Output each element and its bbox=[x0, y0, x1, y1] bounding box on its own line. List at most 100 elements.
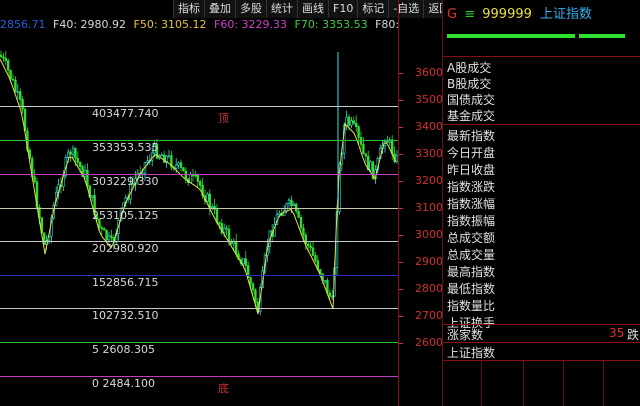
y-tick-mark bbox=[399, 262, 403, 263]
candle-body bbox=[352, 120, 355, 124]
field-change: 指数涨跌 bbox=[447, 180, 496, 194]
candle-body bbox=[302, 227, 305, 236]
mini-chart-area[interactable] bbox=[443, 361, 640, 406]
panel-divider bbox=[443, 342, 640, 343]
y-tick-mark bbox=[399, 127, 403, 128]
candle-body bbox=[182, 167, 185, 172]
candle-body bbox=[189, 174, 192, 184]
indicator-button[interactable]: 指标 bbox=[173, 0, 204, 18]
draw-line-button[interactable]: 画线 bbox=[297, 0, 328, 18]
progress-track bbox=[447, 34, 575, 38]
y-tick-mark bbox=[399, 235, 403, 236]
candle-body bbox=[167, 155, 171, 157]
candle-body bbox=[249, 277, 252, 285]
candle-body bbox=[235, 241, 238, 255]
candle-body bbox=[323, 280, 327, 282]
stock-name: 上证指数 bbox=[540, 7, 593, 22]
candle-body bbox=[179, 162, 183, 168]
group-indicator[interactable]: G bbox=[447, 7, 457, 22]
fib-level-label: 152856.715 bbox=[92, 276, 159, 289]
advancers-count: 35 bbox=[609, 326, 625, 340]
fib-level-label: 253105.125 bbox=[92, 209, 159, 222]
candle-body bbox=[21, 99, 24, 110]
candle-body bbox=[110, 235, 113, 238]
candle-body bbox=[299, 217, 303, 229]
candle-body bbox=[242, 258, 245, 265]
fib-level-label: 202980.920 bbox=[92, 242, 159, 255]
candle-body bbox=[146, 160, 149, 163]
candle-body bbox=[278, 213, 281, 216]
top-marker: 顶 bbox=[218, 112, 229, 125]
candle-body bbox=[208, 193, 211, 208]
candle-body bbox=[227, 228, 231, 243]
y-tick-mark bbox=[399, 316, 403, 317]
stock-code: 999999 bbox=[482, 7, 532, 22]
candle-body bbox=[69, 151, 72, 155]
y-tick-mark bbox=[399, 208, 403, 209]
y-tick-label: 2700 bbox=[415, 309, 443, 322]
progress-track-tail bbox=[579, 34, 625, 38]
candle-body bbox=[91, 195, 94, 198]
candle-body bbox=[350, 120, 353, 126]
y-tick-mark bbox=[399, 343, 403, 344]
candle-body bbox=[100, 227, 104, 229]
mini-grid-line bbox=[603, 361, 604, 406]
candle-body bbox=[163, 154, 166, 163]
menu-icon[interactable]: ≡ bbox=[464, 7, 475, 22]
candle-body bbox=[354, 122, 358, 127]
overlay-button[interactable]: 叠加 bbox=[204, 0, 235, 18]
menu-item-funds[interactable]: 基金成交 bbox=[447, 107, 495, 124]
panel-divider bbox=[443, 56, 640, 57]
candle-body bbox=[160, 154, 163, 157]
fib-header-item: F70: 3353.53 bbox=[294, 18, 368, 31]
candle-body bbox=[357, 126, 360, 138]
candle-body bbox=[175, 164, 178, 169]
candle-body bbox=[292, 203, 295, 207]
y-tick-mark bbox=[399, 154, 403, 155]
kline-chart-area[interactable]: 403477.740 353353.535 303229.330 253105.… bbox=[0, 0, 398, 406]
y-tick-mark bbox=[399, 289, 403, 290]
fib-line-40 bbox=[0, 106, 398, 107]
multi-stock-button[interactable]: 多股 bbox=[235, 0, 266, 18]
fib-header: 2856.71 F40: 2980.92 F50: 3105.12 F60: 3… bbox=[0, 18, 398, 32]
y-tick-label: 2800 bbox=[415, 282, 443, 295]
statistics-button[interactable]: 统计 bbox=[266, 0, 297, 18]
fib-level-label: 5 2608.305 bbox=[92, 343, 155, 356]
candle-body bbox=[223, 227, 226, 234]
candle-body bbox=[11, 78, 15, 81]
fib-header-item: F50: 3105.12 bbox=[133, 18, 207, 31]
candle-body bbox=[347, 116, 351, 126]
price-axis: 3600 3500 3400 3300 3200 3100 3000 2900 … bbox=[398, 0, 443, 406]
menu-item-b-shares[interactable]: B股成交 bbox=[447, 75, 491, 92]
candle-body bbox=[306, 243, 310, 247]
candle-body bbox=[7, 60, 10, 71]
bottom-marker: 底 bbox=[218, 382, 229, 395]
fib-line-0 bbox=[0, 376, 398, 377]
candle-body bbox=[218, 222, 221, 224]
mini-grid-line bbox=[563, 361, 564, 406]
field-high: 最高指数 bbox=[447, 265, 496, 279]
menu-item-bonds[interactable]: 国债成交 bbox=[447, 91, 495, 108]
candle-body bbox=[177, 162, 180, 166]
mini-chart-title: 上证指数 bbox=[447, 346, 496, 360]
panel-divider bbox=[443, 124, 640, 125]
menu-item-a-shares[interactable]: A股成交 bbox=[447, 59, 491, 76]
candle-body bbox=[369, 161, 372, 171]
candle-body bbox=[76, 157, 80, 163]
candle-body bbox=[2, 56, 5, 59]
fib-level-label: 353353.535 bbox=[92, 141, 159, 154]
candle-body bbox=[386, 141, 389, 143]
mark-button[interactable]: 标记 bbox=[357, 0, 389, 18]
candle-body bbox=[330, 295, 334, 298]
y-tick-mark bbox=[399, 181, 403, 182]
y-tick-label: 3200 bbox=[415, 174, 443, 187]
candle-body bbox=[4, 57, 8, 62]
field-turnover-amount: 总成交额 bbox=[447, 231, 496, 245]
candle-body bbox=[287, 199, 291, 204]
candle-body bbox=[194, 174, 197, 177]
f10-button[interactable]: F10 bbox=[328, 0, 358, 18]
candle-body bbox=[9, 69, 12, 80]
fib-line-5 bbox=[0, 342, 398, 343]
y-tick-label: 2600 bbox=[415, 336, 443, 349]
fib-level-label: 102732.510 bbox=[92, 309, 159, 322]
